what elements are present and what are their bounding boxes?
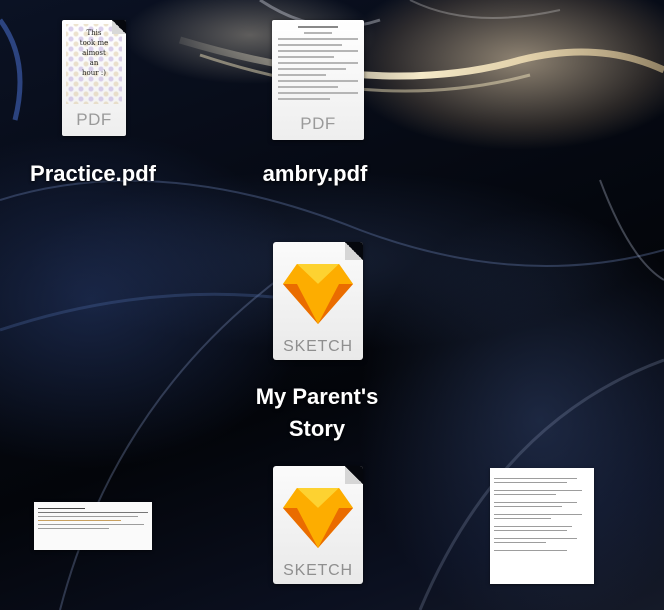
file-icon-practice-pdf[interactable]: This took me almost an hour :) PDF Pract… (30, 18, 156, 188)
page-fold (345, 242, 363, 260)
file-type-label: PDF (76, 110, 112, 129)
preview-line: an (89, 59, 99, 67)
pdf-file-icon: PDF (272, 20, 364, 140)
preview-line: almost (82, 49, 106, 57)
screenshot-preview (34, 502, 152, 550)
file-name-label[interactable]: ambry.pdf (240, 158, 390, 190)
document-preview (490, 468, 594, 584)
page-fold (345, 466, 363, 484)
file-name-line: Story (288, 416, 346, 441)
resume-preview (278, 26, 358, 104)
preview-line: hour :) (82, 69, 106, 77)
file-icon-ambry-pdf[interactable]: PDF ambry.pdf (240, 18, 390, 188)
file-type-label: SKETCH (283, 562, 353, 579)
file-name-label[interactable]: Practice.pdf (10, 158, 176, 190)
pdf-preview-text: This took me almost an hour :) (62, 28, 126, 78)
file-type-label: SKETCH (283, 338, 353, 355)
file-name-line: My Parent's (255, 384, 379, 409)
desktop: This took me almost an hour :) PDF Pract… (0, 0, 664, 610)
file-name-label[interactable]: My Parent's Story (232, 381, 402, 445)
preview-line: took me (79, 39, 109, 47)
file-icon-sketch-2[interactable]: SKETCH (273, 464, 365, 584)
file-icon-document-thumbnail[interactable] (490, 468, 596, 586)
sketch-diamond-icon (283, 488, 353, 548)
page-fold (112, 20, 126, 34)
sketch-diamond-icon (283, 264, 353, 324)
file-icon-my-parents-story[interactable]: SKETCH My Parent's Story (232, 240, 402, 450)
file-type-label: PDF (300, 114, 336, 133)
sketch-file-icon: SKETCH (273, 466, 363, 584)
pdf-file-icon: This took me almost an hour :) PDF (62, 20, 126, 136)
sketch-file-icon: SKETCH (273, 242, 363, 360)
file-icon-screenshot-thumbnail[interactable] (34, 502, 154, 552)
